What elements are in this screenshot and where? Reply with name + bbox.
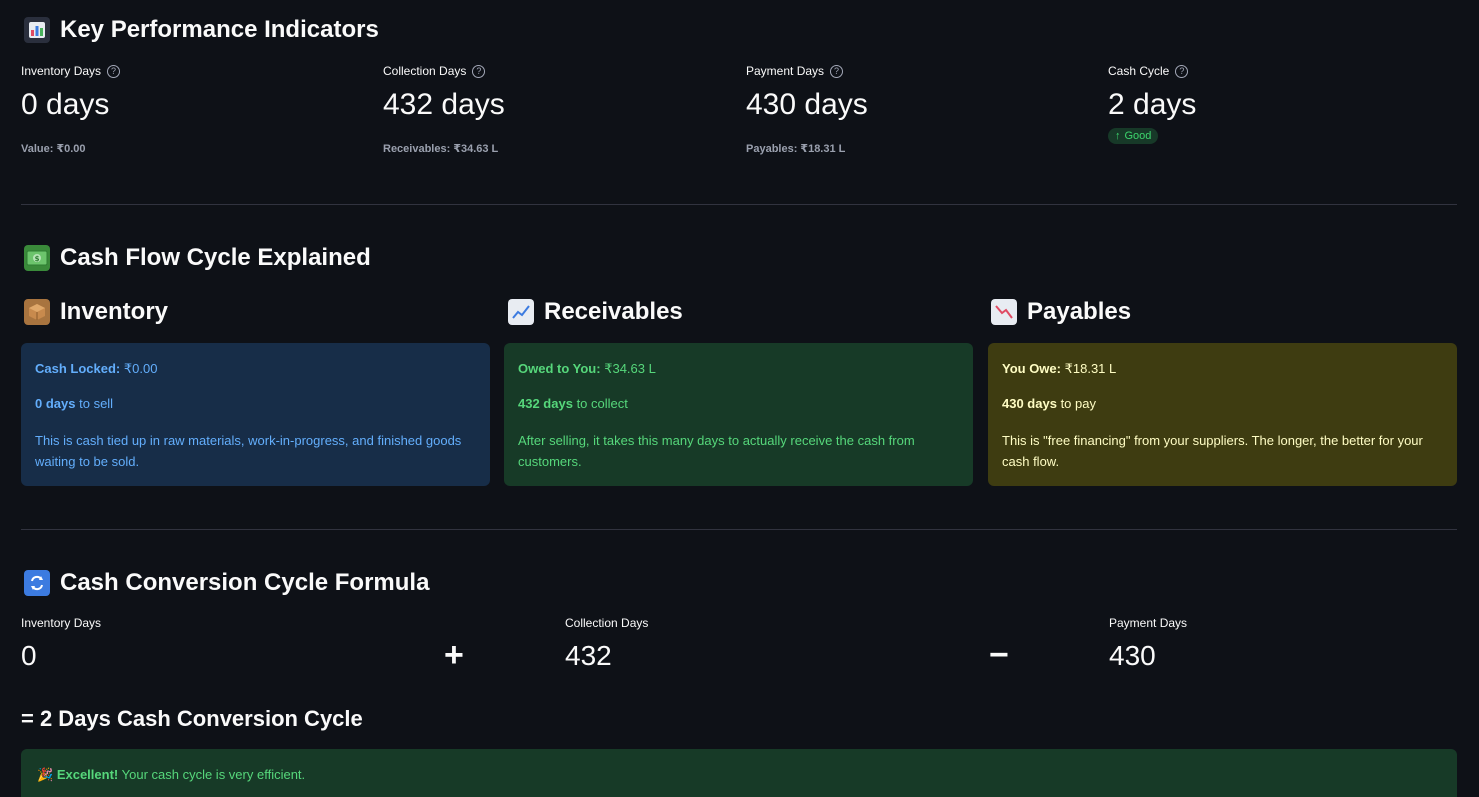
receivables-subtitle: Receivables bbox=[508, 298, 683, 326]
card-line2-rest: to pay bbox=[1060, 396, 1096, 411]
divider bbox=[21, 529, 1457, 530]
plus-operator: + bbox=[444, 636, 464, 674]
kpi-sub: Value: ₹0.00 bbox=[21, 143, 86, 155]
kpi-label-text: Payment Days bbox=[746, 64, 825, 78]
kpi-label-text: Cash Cycle bbox=[1108, 64, 1170, 78]
cashflow-title-text: Cash Flow Cycle Explained bbox=[60, 244, 371, 271]
kpi-label-text: Collection Days bbox=[383, 64, 467, 78]
card-line1: You Owe: ₹18.31 L bbox=[1002, 360, 1443, 377]
formula-label: Collection Days bbox=[565, 616, 649, 630]
inventory-card: Cash Locked: ₹0.00 0 days to sell This i… bbox=[21, 343, 490, 486]
kpi-sub: Payables: ₹18.31 L bbox=[746, 143, 846, 155]
formula-value: 0 bbox=[21, 640, 37, 671]
kpi-value: 0 days bbox=[21, 88, 110, 121]
formula-value: 432 bbox=[565, 640, 612, 671]
card-desc: After selling, it takes this many days t… bbox=[518, 433, 915, 469]
minus-operator: − bbox=[989, 636, 1009, 674]
card-line2-rest: to sell bbox=[79, 396, 114, 411]
kpi-label: Cash Cycle ? bbox=[1108, 62, 1448, 80]
inventory-subtitle-text: Inventory bbox=[60, 298, 169, 325]
formula-label: Inventory Days bbox=[21, 616, 102, 630]
payables-subtitle-text: Payables bbox=[1027, 298, 1132, 325]
kpi-collection-days: Collection Days ? 432 days Receivables: … bbox=[383, 62, 723, 155]
formula-inventory: Inventory Days 0 bbox=[21, 616, 101, 672]
cycle-icon bbox=[24, 570, 50, 596]
kpi-cash-cycle: Cash Cycle ? 2 days ↑ Good bbox=[1108, 62, 1448, 144]
kpi-section-title: Key Performance Indicators bbox=[24, 16, 379, 44]
kpi-label: Collection Days ? bbox=[383, 62, 723, 80]
kpi-value: 432 days bbox=[383, 88, 505, 121]
payables-subtitle: Payables bbox=[991, 298, 1131, 326]
chart-up-icon bbox=[508, 299, 534, 325]
formula-title-text: Cash Conversion Cycle Formula bbox=[60, 569, 430, 596]
receivables-card: Owed to You: ₹34.63 L 432 days to collec… bbox=[504, 343, 973, 486]
card-line1-label: You Owe: bbox=[1002, 361, 1061, 376]
card-line1-value: ₹18.31 L bbox=[1064, 361, 1117, 376]
card-line1-value: ₹34.63 L bbox=[604, 361, 656, 376]
success-alert: 🎉 Excellent! Your cash cycle is very eff… bbox=[21, 749, 1457, 797]
chart-down-icon bbox=[991, 299, 1017, 325]
formula-label: Payment Days bbox=[1109, 616, 1188, 630]
formula-collection: Collection Days 432 bbox=[565, 616, 648, 672]
inventory-subtitle: Inventory bbox=[24, 298, 168, 326]
package-icon bbox=[24, 299, 50, 325]
kpi-title-text: Key Performance Indicators bbox=[60, 16, 379, 43]
kpi-label: Inventory Days ? bbox=[21, 62, 361, 80]
arrow-up-icon: ↑ bbox=[1115, 130, 1121, 142]
status-badge: ↑ Good bbox=[1108, 128, 1159, 144]
success-text: Your cash cycle is very efficient. bbox=[121, 767, 306, 782]
help-icon[interactable]: ? bbox=[472, 64, 486, 78]
card-desc: This is "free financing" from your suppl… bbox=[1002, 433, 1423, 469]
payables-card: You Owe: ₹18.31 L 430 days to pay This i… bbox=[988, 343, 1457, 486]
money-icon: $ bbox=[24, 245, 50, 271]
formula-section-title: Cash Conversion Cycle Formula bbox=[24, 569, 429, 597]
card-line1: Cash Locked: ₹0.00 bbox=[35, 360, 476, 377]
kpi-sub: Receivables: ₹34.63 L bbox=[383, 143, 499, 155]
card-line1-label: Owed to You: bbox=[518, 361, 601, 376]
card-line1-label: Cash Locked: bbox=[35, 361, 121, 376]
card-line1-value: ₹0.00 bbox=[123, 361, 158, 376]
card-line2: 0 days to sell bbox=[35, 395, 476, 412]
card-line2: 432 days to collect bbox=[518, 395, 959, 412]
kpi-label-text: Inventory Days bbox=[21, 64, 102, 78]
card-line2-strong: 432 days bbox=[518, 396, 573, 411]
svg-text:$: $ bbox=[35, 255, 40, 263]
card-line2-rest: to collect bbox=[576, 396, 628, 411]
card-line1: Owed to You: ₹34.63 L bbox=[518, 360, 959, 377]
card-line2: 430 days to pay bbox=[1002, 395, 1443, 412]
kpi-payment-days: Payment Days ? 430 days Payables: ₹18.31… bbox=[746, 62, 1086, 155]
formula-value: 430 bbox=[1109, 640, 1156, 671]
divider bbox=[21, 204, 1457, 205]
receivables-subtitle-text: Receivables bbox=[544, 298, 683, 325]
cashflow-section-title: $ Cash Flow Cycle Explained bbox=[24, 244, 371, 272]
badge-text: Good bbox=[1124, 130, 1152, 142]
help-icon[interactable]: ? bbox=[107, 64, 121, 78]
help-icon[interactable]: ? bbox=[830, 64, 844, 78]
kpi-value: 430 days bbox=[746, 88, 868, 121]
kpi-label: Payment Days ? bbox=[746, 62, 1086, 80]
formula-payment: Payment Days 430 bbox=[1109, 616, 1187, 672]
bar-chart-icon bbox=[24, 17, 50, 43]
card-line2-strong: 430 days bbox=[1002, 396, 1057, 411]
kpi-inventory-days: Inventory Days ? 0 days Value: ₹0.00 bbox=[21, 62, 361, 155]
kpi-value: 2 days bbox=[1108, 88, 1197, 121]
help-icon[interactable]: ? bbox=[1175, 64, 1189, 78]
page: Key Performance Indicators Inventory Day… bbox=[0, 0, 1479, 797]
success-strong: Excellent! bbox=[56, 767, 119, 782]
party-icon: 🎉 bbox=[37, 767, 54, 782]
card-desc: This is cash tied up in raw materials, w… bbox=[35, 433, 462, 469]
card-line2-strong: 0 days bbox=[35, 396, 76, 411]
formula-result: = 2 Days Cash Conversion Cycle bbox=[21, 706, 363, 731]
